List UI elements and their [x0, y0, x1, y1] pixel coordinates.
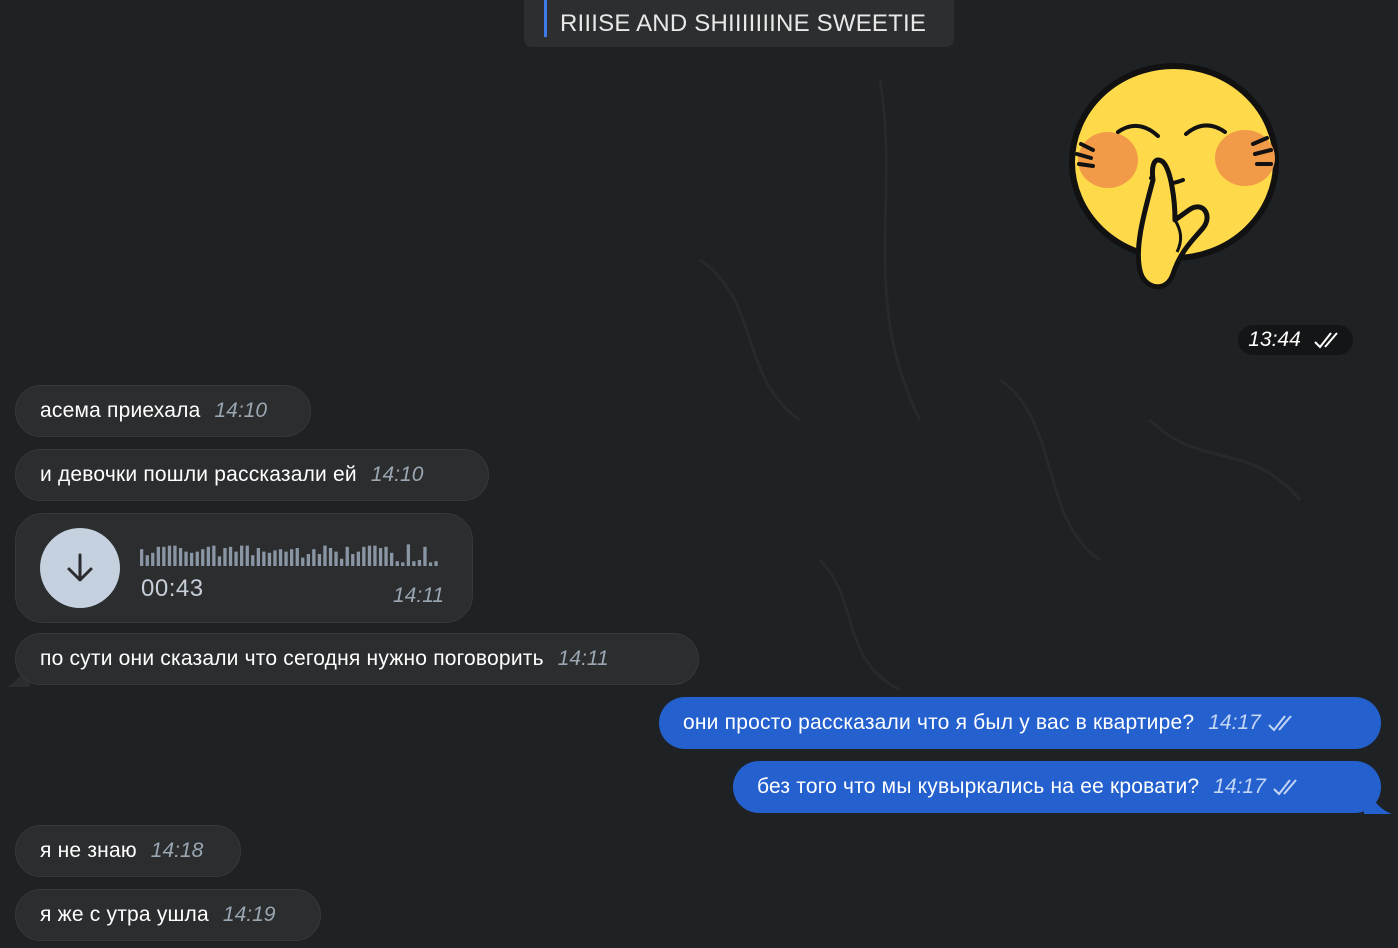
arrow-down-icon: [67, 553, 93, 582]
waveform-bar: [345, 546, 349, 566]
waveform-bar: [156, 546, 160, 566]
waveform-bar: [367, 545, 372, 566]
waveform-bar: [328, 548, 333, 566]
waveform-bar: [317, 554, 322, 566]
waveform-bar: [195, 551, 199, 566]
message-text: по сути они сказали что сегодня нужно по…: [40, 647, 544, 670]
message-time: 14:17: [1213, 775, 1266, 798]
message-bubble-incoming[interactable]: я же с утра ушла 14:19: [15, 889, 321, 941]
waveform-bar: [401, 562, 405, 566]
message-text: я же с утра ушла: [40, 903, 209, 926]
waveform-bar: [290, 549, 294, 566]
waveform-bar: [167, 545, 172, 566]
waveform-bar: [251, 555, 255, 566]
waveform-bar: [378, 548, 383, 566]
message-bubble-outgoing[interactable]: без того что мы кувыркались на ее кроват…: [733, 761, 1381, 813]
waveform-bar: [351, 554, 355, 566]
waveform-bar: [412, 561, 416, 566]
waveform-bar: [417, 560, 422, 566]
waveform-bar: [395, 561, 399, 566]
waveform-bar: [162, 546, 166, 566]
waveform-bar: [301, 557, 305, 566]
waveform-bar: [190, 552, 194, 566]
waveform-bar: [267, 552, 272, 566]
message-time: 14:10: [214, 399, 268, 422]
waveform-bar: [273, 550, 277, 566]
read-checks-icon: [1268, 715, 1292, 732]
message-time: 14:19: [222, 903, 276, 926]
waveform-bar: [356, 551, 360, 566]
waveform-bar: [145, 555, 149, 566]
shush-emoji-sticker[interactable]: [1063, 60, 1285, 296]
message-text: без того что мы кувыркались на ее кроват…: [757, 775, 1200, 798]
waveform-bar: [423, 546, 427, 566]
waveform-bar: [428, 562, 433, 566]
message-time: 14:17: [1208, 711, 1261, 734]
message-bubble-outgoing[interactable]: они просто рассказали что я был у вас в …: [659, 697, 1381, 749]
download-voice-button[interactable]: [40, 528, 120, 608]
pinned-message-text: RIIISE AND SHIIIIIIINE SWEETIE: [560, 10, 927, 37]
waveform-bar: [234, 551, 238, 566]
voice-waveform[interactable]: [140, 540, 440, 566]
waveform-bar: [184, 551, 188, 566]
waveform-bar: [140, 549, 144, 566]
waveform-bar: [306, 554, 310, 566]
waveform-bar: [362, 546, 366, 566]
waveform-bar: [206, 546, 210, 566]
waveform-bar: [384, 546, 388, 566]
waveform-bar: [212, 545, 216, 566]
message-text: они просто рассказали что я был у вас в …: [683, 711, 1195, 734]
voice-message[interactable]: 00:43 14:11: [15, 513, 473, 623]
waveform-bar: [278, 549, 283, 566]
pinned-accent-bar: [544, 0, 547, 37]
waveform-bar: [201, 549, 205, 566]
waveform-bar: [284, 551, 288, 566]
read-checks-icon: [1273, 779, 1297, 796]
waveform-bar: [240, 545, 244, 566]
message-text: и девочки пошли рассказали ей: [40, 463, 357, 486]
waveform-bar: [340, 558, 344, 566]
voice-duration: 00:43: [141, 575, 204, 602]
message-bubble-incoming[interactable]: по сути они сказали что сегодня нужно по…: [15, 633, 699, 685]
message-time: 14:10: [370, 463, 424, 486]
waveform-bar: [228, 546, 233, 566]
waveform-bar: [373, 545, 377, 566]
waveform-bar: [256, 548, 260, 566]
waveform-bar: [434, 561, 438, 566]
message-text: я не знаю: [40, 839, 137, 862]
read-checks-icon: [1314, 332, 1338, 349]
waveform-bar: [406, 544, 410, 566]
message-text: асема приехала: [40, 399, 201, 422]
waveform-bar: [262, 551, 266, 566]
waveform-bar: [151, 552, 155, 566]
waveform-bar: [173, 545, 177, 566]
pinned-message[interactable]: RIIISE AND SHIIIIIIINE SWEETIE: [524, 0, 954, 47]
message-bubble-incoming[interactable]: асема приехала 14:10: [15, 385, 311, 437]
waveform-bar: [312, 549, 316, 566]
message-bubble-incoming[interactable]: я не знаю 14:18: [15, 825, 241, 877]
voice-time: 14:11: [393, 584, 444, 607]
waveform-bar: [334, 551, 338, 566]
sticker-timestamp: 13:44: [1238, 325, 1353, 355]
waveform-bar: [223, 548, 227, 566]
waveform-bar: [323, 545, 327, 566]
waveform-bar: [390, 552, 394, 566]
message-time: 14:18: [150, 839, 204, 862]
waveform-bar: [178, 548, 183, 566]
message-bubble-incoming[interactable]: и девочки пошли рассказали ей 14:10: [15, 449, 489, 501]
message-time: 14:11: [557, 647, 609, 670]
sticker-time: 13:44: [1248, 328, 1301, 351]
waveform-bar: [245, 545, 249, 566]
waveform-bar: [217, 556, 222, 566]
waveform-bar: [295, 548, 299, 566]
